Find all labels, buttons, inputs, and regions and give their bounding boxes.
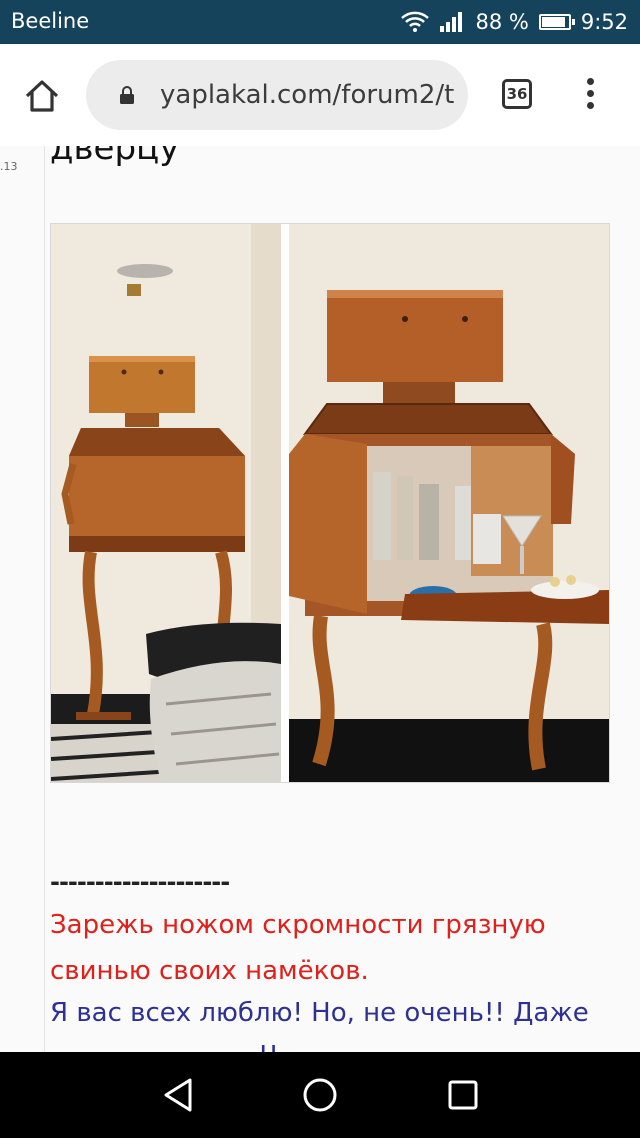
- battery-level-fill: [541, 17, 565, 27]
- signature-line-3: Я вас всех люблю! Но, не очень!! Даже: [50, 998, 589, 1028]
- battery-percent: 88 %: [475, 10, 529, 34]
- status-bar: Beeline 88 % 9:52: [0, 0, 640, 44]
- robot-bar-cabinet-photo: [51, 224, 609, 782]
- wifi-icon: [401, 11, 430, 32]
- home-circle-icon[interactable]: [302, 1077, 338, 1113]
- forum-post-content: .13 дверцу -------------------- Зарежь н…: [0, 146, 640, 1052]
- back-icon[interactable]: [160, 1076, 198, 1114]
- recent-apps-icon[interactable]: [447, 1079, 479, 1111]
- browser-toolbar: yaplakal.com/forum2/t 36: [0, 44, 640, 146]
- address-bar[interactable]: yaplakal.com/forum2/t: [86, 60, 468, 130]
- overflow-menu-icon[interactable]: [582, 78, 598, 112]
- status-indicators: 88 % 9:52: [401, 8, 628, 36]
- signature-line-4: !!: [258, 1041, 279, 1052]
- signature-line-1: Зарежь ножом скромности грязную: [50, 910, 546, 940]
- signal-icon: [440, 12, 463, 32]
- tab-switcher-icon[interactable]: 36: [502, 79, 532, 109]
- battery-icon: [538, 14, 575, 30]
- lock-icon: [120, 86, 134, 104]
- home-icon[interactable]: [22, 76, 62, 116]
- signature-divider: --------------------: [50, 868, 230, 896]
- system-navigation-bar: [0, 1052, 640, 1138]
- post-gutter-divider: [44, 146, 45, 1052]
- url-text[interactable]: yaplakal.com/forum2/t: [160, 80, 460, 110]
- post-text-fragment: дверцу: [50, 146, 180, 168]
- clock: 9:52: [580, 10, 628, 34]
- post-image-robot-cabinet[interactable]: [50, 223, 610, 783]
- carrier-name: Beeline: [11, 9, 90, 33]
- signature-line-2: свинью своих намёков.: [50, 956, 369, 986]
- post-date: .13: [0, 160, 18, 173]
